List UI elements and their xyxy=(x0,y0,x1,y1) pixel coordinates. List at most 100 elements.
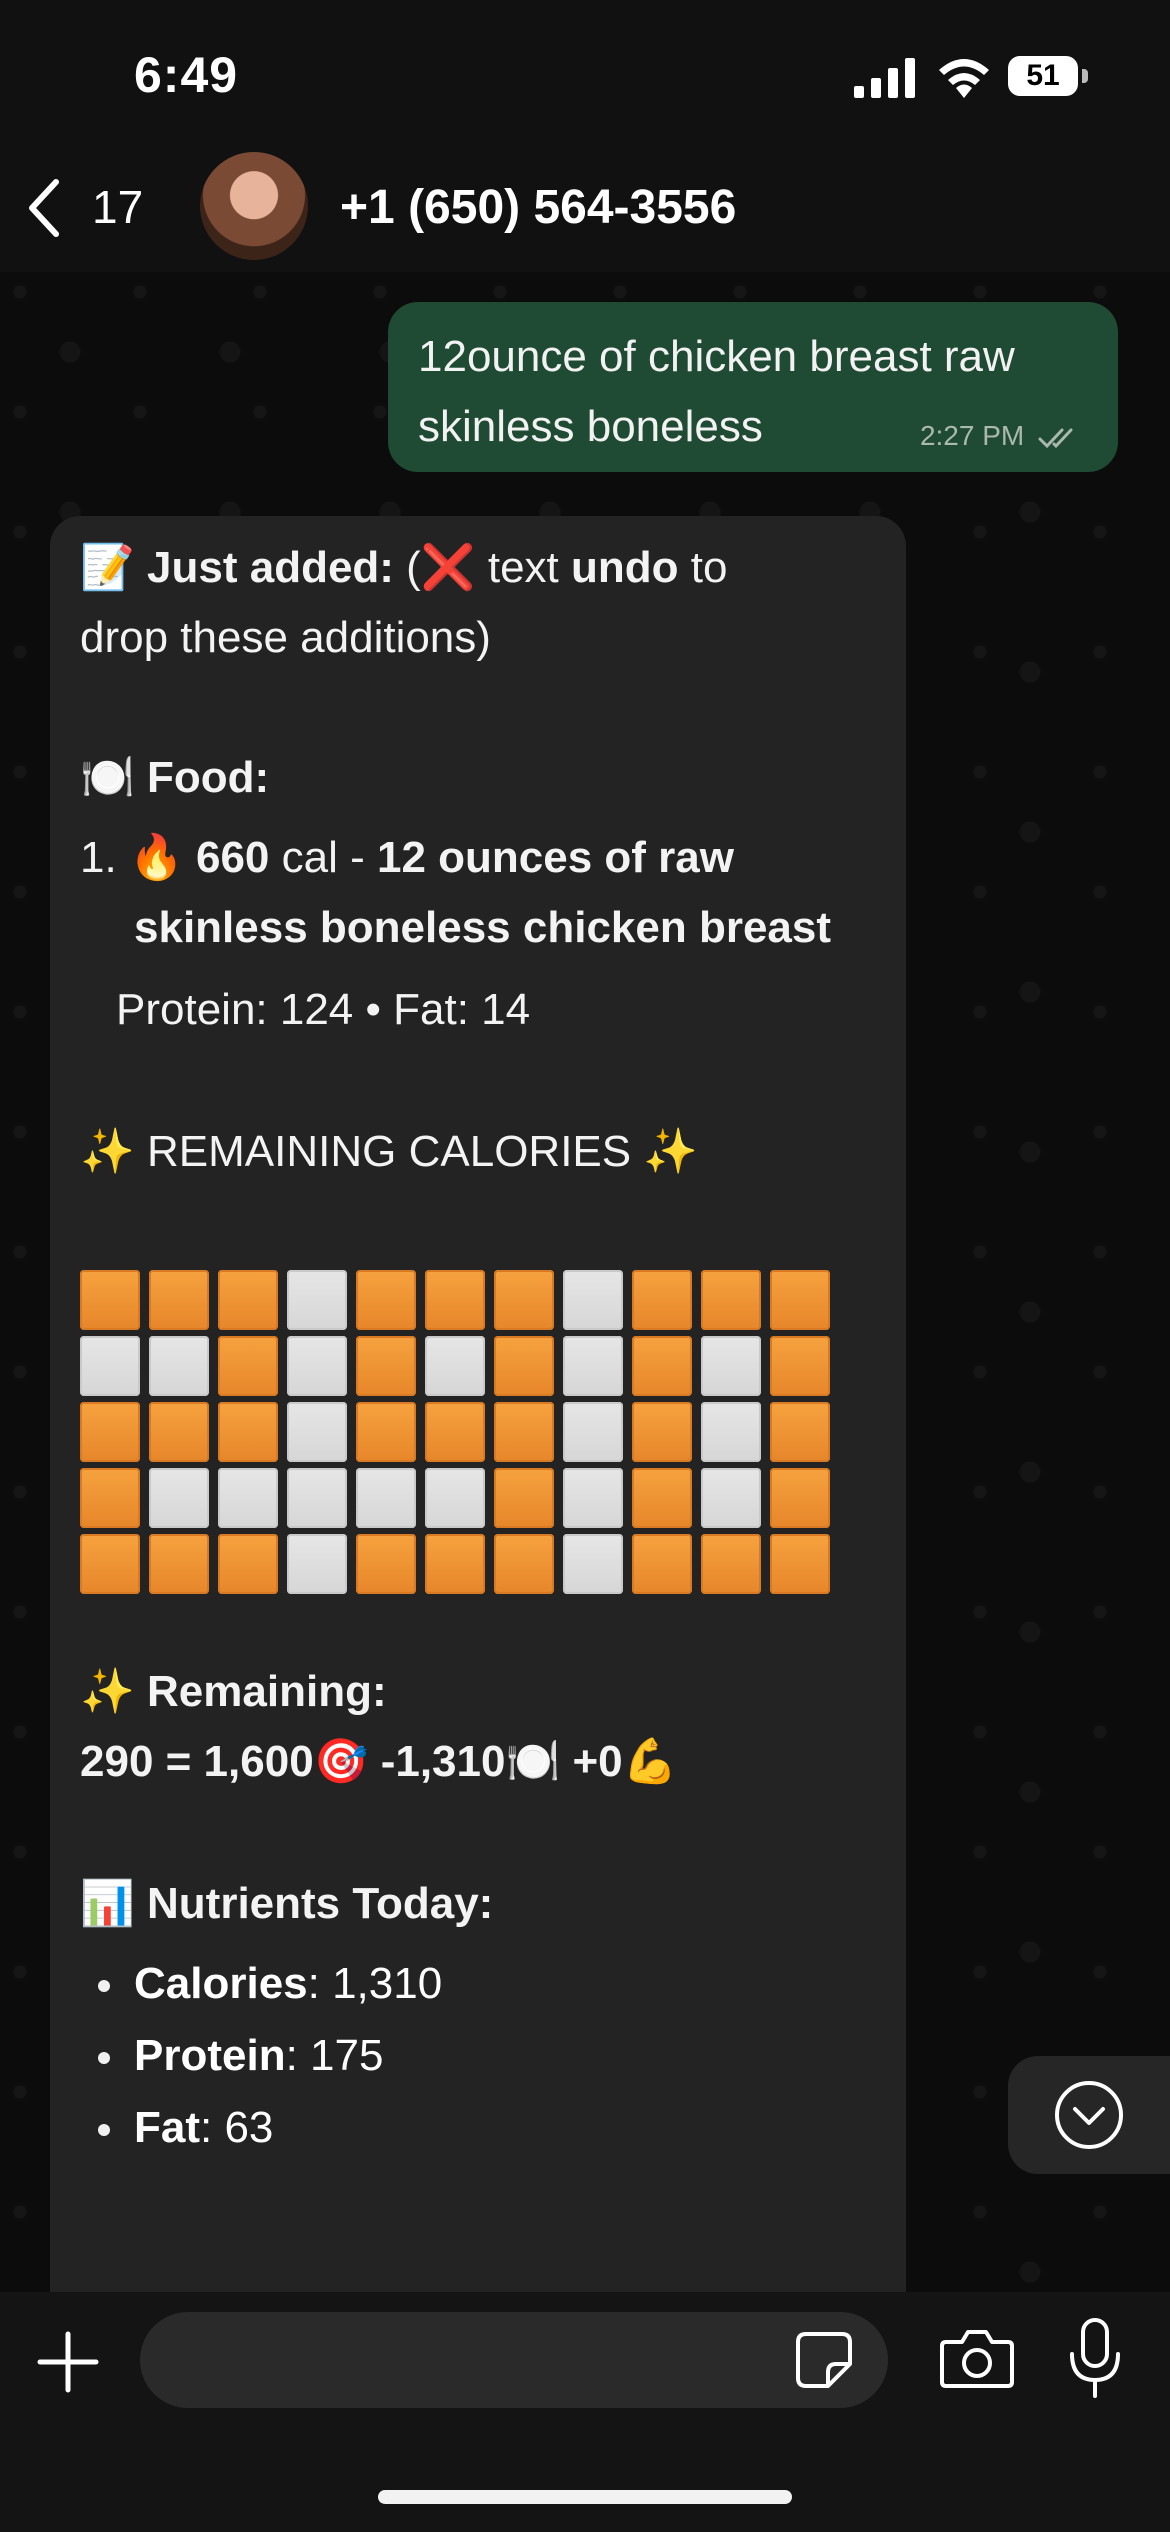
grey-square xyxy=(701,1336,761,1396)
message-input[interactable] xyxy=(140,2312,888,2408)
orange-square xyxy=(149,1402,209,1462)
sparkle-emoji: ✨ xyxy=(643,1126,699,1177)
scroll-down-button[interactable] xyxy=(1008,2056,1170,2174)
orange-square xyxy=(770,1336,830,1396)
orange-square xyxy=(770,1402,830,1462)
camera-icon[interactable] xyxy=(940,2326,1014,2390)
orange-square xyxy=(356,1270,416,1330)
nutrient-protein: Protein: 175 xyxy=(134,2020,383,2092)
equation-part-1: 290 = 1,600 xyxy=(80,1737,314,1786)
grey-square xyxy=(701,1468,761,1528)
grey-square xyxy=(287,1402,347,1462)
orange-square xyxy=(80,1270,140,1330)
nutrient-value: : 1,310 xyxy=(307,1959,443,2008)
plus-icon[interactable] xyxy=(36,2330,100,2394)
sticker-icon[interactable] xyxy=(794,2330,854,2390)
muscle-emoji: 💪 xyxy=(622,1736,678,1787)
item-description-1: 12 ounces of raw xyxy=(376,833,734,882)
grey-square xyxy=(701,1402,761,1462)
food-label: Food: xyxy=(147,753,270,802)
bullet-dot xyxy=(98,2052,110,2064)
orange-square xyxy=(632,1336,692,1396)
food-item-macros: Protein: 124 • Fat: 14 xyxy=(116,985,531,1034)
remaining-calories-label: REMAINING CALORIES xyxy=(147,1127,632,1176)
just-added-line-2: drop these additions) xyxy=(80,613,491,662)
grey-square xyxy=(287,1534,347,1594)
outgoing-message-bubble[interactable]: 12ounce of chicken breast raw skinless b… xyxy=(388,302,1118,472)
sparkle-emoji: ✨ xyxy=(80,1126,135,1177)
equation-part-2: -1,310 xyxy=(368,1737,506,1786)
target-emoji: 🎯 xyxy=(313,1736,369,1787)
battery-icon: 51 xyxy=(1008,56,1090,98)
orange-square xyxy=(218,1336,278,1396)
orange-square xyxy=(632,1402,692,1462)
nutrient-label: Fat xyxy=(134,2103,200,2152)
status-bar: 6:49 51 xyxy=(0,0,1170,150)
sparkle-emoji: ✨ xyxy=(80,1666,135,1717)
orange-square xyxy=(494,1336,554,1396)
food-item-line-1: 1. 🔥 660 cal - 12 ounces of raw xyxy=(80,822,734,894)
orange-square xyxy=(632,1468,692,1528)
contact-name[interactable]: +1 (650) 564-3556 xyxy=(340,180,736,235)
grey-square xyxy=(287,1468,347,1528)
read-checks-icon xyxy=(1038,428,1073,448)
added-text-1: text xyxy=(475,543,572,592)
orange-square xyxy=(218,1534,278,1594)
orange-square xyxy=(425,1534,485,1594)
mic-icon[interactable] xyxy=(1068,2318,1122,2398)
fire-emoji: 🔥 xyxy=(128,832,184,883)
nutrient-value: : 175 xyxy=(285,2031,384,2080)
avatar[interactable] xyxy=(200,152,308,260)
orange-square xyxy=(80,1402,140,1462)
remaining-heading: ✨ Remaining: xyxy=(80,1656,387,1728)
home-indicator xyxy=(378,2490,792,2504)
grey-square xyxy=(80,1336,140,1396)
grey-square xyxy=(425,1336,485,1396)
grey-square xyxy=(287,1336,347,1396)
nutrient-label: Calories xyxy=(134,1959,308,2008)
back-unread-count[interactable]: 17 xyxy=(92,180,143,234)
just-added-line: 📝 Just added: (❌ text undo to xyxy=(80,532,727,604)
just-added-label: Just added: xyxy=(147,543,394,592)
orange-square xyxy=(149,1534,209,1594)
remaining-label: Remaining: xyxy=(147,1667,387,1716)
message-time: 2:27 PM xyxy=(919,420,1025,451)
orange-square xyxy=(425,1270,485,1330)
bullet-dot xyxy=(98,2124,110,2136)
orange-square xyxy=(494,1270,554,1330)
remaining-equation: 290 = 1,600🎯 -1,310🍽️ +0💪 xyxy=(80,1726,677,1798)
grey-square xyxy=(356,1468,416,1528)
orange-square xyxy=(632,1534,692,1594)
scroll-down-icon xyxy=(1055,2081,1123,2149)
orange-square xyxy=(494,1534,554,1594)
orange-square xyxy=(218,1402,278,1462)
grey-square xyxy=(563,1534,623,1594)
nutrient-calories: Calories: 1,310 xyxy=(134,1948,442,2020)
bullet-dot xyxy=(98,1980,110,1992)
battery-cap xyxy=(1082,69,1088,83)
back-chevron-icon[interactable] xyxy=(24,178,64,238)
grey-square xyxy=(563,1402,623,1462)
cross-emoji: ❌ xyxy=(420,542,476,593)
orange-square xyxy=(701,1534,761,1594)
remaining-calories-heading: ✨ REMAINING CALORIES ✨ xyxy=(80,1116,698,1188)
food-heading: 🍽️ Food: xyxy=(80,742,269,814)
memo-emoji: 📝 xyxy=(80,542,135,593)
orange-square xyxy=(494,1402,554,1462)
grey-square xyxy=(563,1468,623,1528)
status-time: 6:49 xyxy=(134,47,239,103)
orange-square xyxy=(770,1468,830,1528)
nutrient-fat: Fat: 63 xyxy=(134,2092,273,2164)
food-item-line-2: skinless boneless chicken breast xyxy=(134,903,832,952)
orange-square xyxy=(770,1270,830,1330)
orange-square xyxy=(80,1468,140,1528)
incoming-message-bubble[interactable]: 📝 Just added: (❌ text undo to drop these… xyxy=(50,516,906,2316)
orange-square xyxy=(149,1270,209,1330)
orange-square xyxy=(218,1270,278,1330)
outgoing-line-1: 12ounce of chicken breast raw xyxy=(418,332,1015,381)
nutrients-heading: 📊 Nutrients Today: xyxy=(80,1868,493,1940)
orange-square xyxy=(356,1336,416,1396)
item-calorie-value: 660 xyxy=(195,833,270,882)
message-meta: 2:27 PM xyxy=(920,420,1082,452)
remaining-calories-grid xyxy=(80,1270,830,1594)
